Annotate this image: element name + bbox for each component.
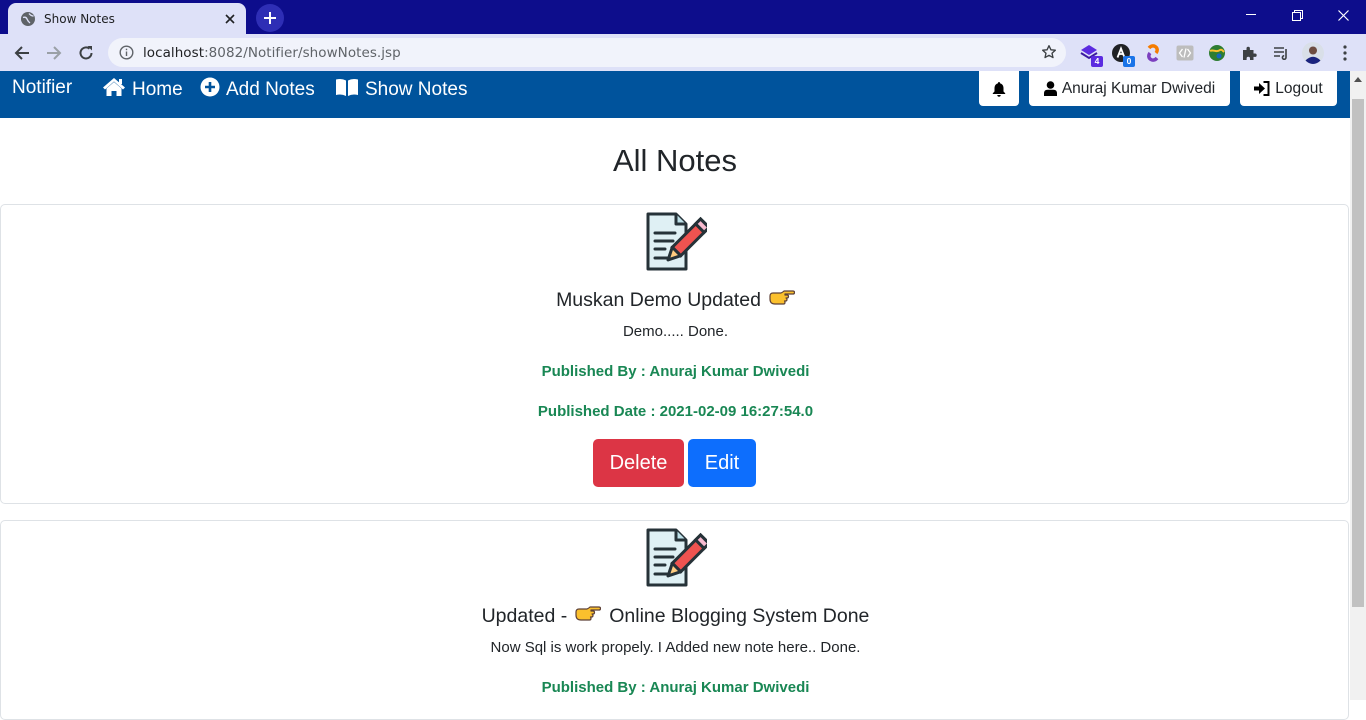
scrollbar-thumb[interactable]	[1352, 99, 1364, 607]
bell-icon	[992, 81, 1006, 97]
home-icon	[102, 77, 132, 103]
restore-window-icon[interactable]	[1274, 0, 1320, 30]
pointing-hand-icon	[575, 604, 602, 628]
edit-note-button[interactable]: Edit	[688, 439, 756, 487]
published-date: Published Date : 2021-02-09 16:27:54.0	[537, 403, 814, 420]
forward-arrow-icon[interactable]	[40, 39, 68, 67]
note-title-text: Updated -	[481, 604, 568, 627]
user-profile-button[interactable]: Anuraj Kumar Dwivedi	[1029, 71, 1230, 106]
published-by: Published By : Anuraj Kumar Dwivedi	[541, 363, 810, 380]
nav-home-label: Home	[132, 79, 183, 100]
code-tag-extension-icon[interactable]	[1174, 42, 1196, 64]
note-content: Demo..... Done.	[622, 323, 729, 340]
note-content: Now Sql is work propely. I Added new not…	[490, 639, 861, 656]
published-by: Published By : Anuraj Kumar Dwivedi	[541, 679, 810, 696]
sign-out-icon	[1254, 81, 1275, 96]
user-name: Anuraj Kumar Dwivedi	[1061, 79, 1216, 97]
info-icon[interactable]	[118, 45, 134, 61]
globe-extension-icon[interactable]	[1206, 42, 1228, 64]
brand-link[interactable]: Notifier	[12, 77, 72, 99]
url-text: localhost:8082/Notifier/showNotes.jsp	[143, 45, 401, 61]
nav-show-notes-label: Show Notes	[365, 79, 468, 100]
note-card: Muskan Demo Updated Demo..... Done. Publ…	[0, 204, 1349, 504]
delete-note-button[interactable]: Delete	[593, 439, 684, 487]
nav-show-notes-link[interactable]: Show Notes	[335, 77, 467, 103]
note-title-suffix: Online Blogging System Done	[609, 604, 870, 627]
note-card: Updated - Online Blogging System Done No…	[0, 520, 1349, 720]
pointing-hand-icon	[769, 288, 796, 312]
user-icon	[1043, 81, 1062, 96]
note-title: Updated - Online Blogging System Done	[1, 604, 1350, 628]
scroll-up-arrow-icon[interactable]	[1350, 71, 1366, 87]
extension-badge: 0	[1123, 56, 1135, 67]
reading-list-icon[interactable]	[1270, 42, 1292, 64]
address-bar[interactable]: localhost:8082/Notifier/showNotes.jsp	[108, 38, 1066, 67]
puzzle-extensions-icon[interactable]	[1238, 42, 1260, 64]
browser-tab-strip: Show Notes	[0, 0, 1366, 34]
notifications-button[interactable]	[979, 71, 1019, 106]
nav-home-link[interactable]: Home	[102, 77, 183, 103]
page-title: All Notes	[612, 143, 738, 178]
book-open-icon	[335, 77, 365, 103]
back-arrow-icon[interactable]	[8, 39, 36, 67]
browser-toolbar: localhost:8082/Notifier/showNotes.jsp 4 …	[0, 34, 1366, 71]
url-path: :8082/Notifier/showNotes.jsp	[204, 44, 401, 61]
url-host: localhost	[143, 44, 205, 61]
reload-icon[interactable]	[72, 39, 100, 67]
tab-title: Show Notes	[44, 11, 115, 26]
close-window-icon[interactable]	[1320, 0, 1366, 30]
logout-button[interactable]: Logout	[1240, 71, 1337, 106]
nav-add-notes-label: Add Notes	[226, 79, 315, 100]
purple-stack-extension-icon[interactable]: 4	[1078, 42, 1103, 67]
nav-add-notes-link[interactable]: Add Notes	[200, 77, 315, 103]
extension-badge: 4	[1091, 56, 1103, 67]
app-navbar: Notifier Home Add Notes Show Notes Anura…	[0, 71, 1350, 118]
new-tab-button[interactable]	[256, 4, 284, 32]
note-edit-icon	[645, 211, 712, 273]
browser-tab[interactable]: Show Notes	[8, 3, 246, 34]
globe-icon	[20, 11, 36, 27]
close-tab-icon[interactable]	[220, 9, 240, 29]
note-title: Muskan Demo Updated	[1, 288, 1350, 312]
logout-label: Logout	[1275, 79, 1323, 97]
chrome-menu-icon[interactable]	[1334, 42, 1356, 64]
note-title-text: Muskan Demo Updated	[556, 288, 761, 311]
profile-avatar-icon[interactable]	[1302, 42, 1324, 64]
dark-a-extension-icon[interactable]: 0	[1110, 42, 1135, 67]
orange-swirl-extension-icon[interactable]	[1142, 42, 1164, 64]
minimize-window-icon[interactable]	[1228, 0, 1274, 30]
note-edit-icon	[645, 527, 712, 589]
page-scrollbar[interactable]	[1350, 71, 1366, 700]
plus-circle-icon	[200, 77, 226, 103]
bookmark-star-icon[interactable]	[1040, 43, 1058, 61]
